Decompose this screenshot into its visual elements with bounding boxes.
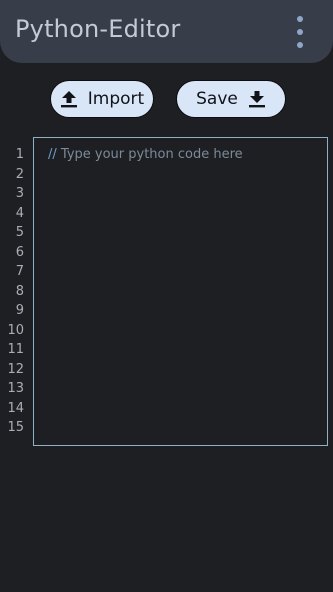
save-button-label: Save [196,89,238,109]
line-number: 3 [15,186,24,201]
line-number: 4 [15,205,24,221]
placeholder-text: Type your python code here [60,147,243,162]
comment-slashes: // [48,147,57,162]
line-number-gutter: 1 2 3 4 5 6 7 8 9 10 11 12 13 14 15 [0,145,28,438]
line-number: 9 [15,303,24,318]
line-number: 7 [15,264,24,279]
code-editor[interactable]: // Type your python code here [33,137,328,446]
line-number: 10 [7,322,24,338]
upload-icon [60,90,78,108]
line-number: 11 [7,342,24,357]
more-options-button[interactable] [289,16,311,48]
download-icon [248,90,266,108]
import-button-label: Import [87,89,145,109]
line-number: 1 [15,147,24,162]
app-bar: Python-Editor [0,0,333,63]
save-button[interactable]: Save [176,80,286,118]
more-vertical-icon [297,42,303,48]
line-number: 8 [15,283,24,299]
import-button[interactable]: Import [50,80,154,118]
app-title: Python-Editor [15,15,181,43]
line-number: 14 [7,400,24,416]
line-number: 5 [15,225,24,240]
line-number: 6 [15,244,24,260]
line-number: 2 [15,166,24,182]
more-vertical-icon [297,16,303,22]
code-placeholder: // Type your python code here [48,147,243,162]
line-number: 13 [7,381,24,396]
more-vertical-icon [297,29,303,35]
line-number: 12 [7,361,24,377]
line-number: 15 [7,420,24,435]
